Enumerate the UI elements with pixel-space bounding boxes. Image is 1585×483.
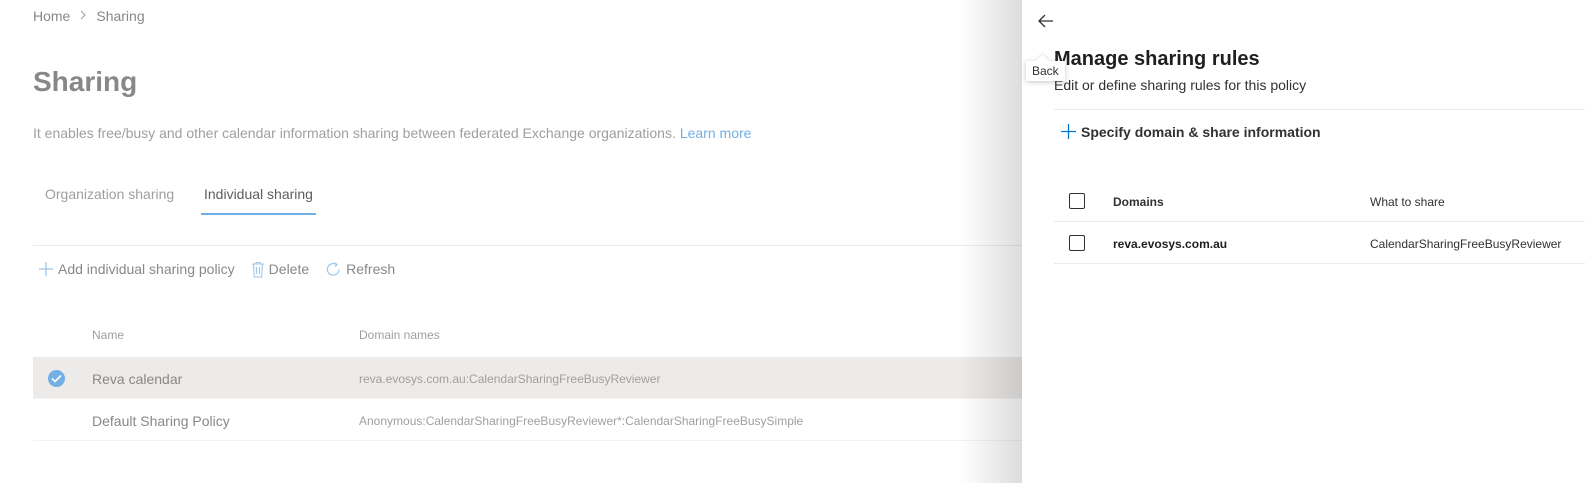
panel-title: Manage sharing rules [1054, 48, 1260, 70]
column-domains[interactable]: Domains [1113, 195, 1164, 209]
add-policy-button[interactable]: Add individual sharing policy [38, 261, 235, 277]
refresh-button[interactable]: Refresh [325, 261, 395, 278]
policy-domains: reva.evosys.com.au:CalendarSharingFreeBu… [359, 372, 661, 386]
delete-label: Delete [268, 261, 310, 277]
selected-check-icon[interactable] [48, 370, 65, 387]
back-button[interactable] [1034, 9, 1058, 33]
refresh-icon [327, 261, 340, 276]
specify-domain-label: Specify domain & share information [1081, 123, 1321, 140]
trash-icon [251, 261, 264, 278]
column-domain-names[interactable]: Domain names [359, 328, 440, 342]
breadcrumb-current: Sharing [96, 8, 145, 24]
learn-more-link[interactable]: Learn more [680, 125, 752, 141]
plus-icon [39, 262, 53, 276]
delete-button[interactable]: Delete [251, 261, 309, 278]
back-tooltip: Back [1026, 61, 1065, 81]
divider [1054, 109, 1585, 110]
panel-shadow [960, 0, 1024, 483]
policy-name: Reva calendar [92, 371, 183, 387]
plus-icon [1061, 124, 1076, 139]
table-row[interactable]: Reva calendar reva.evosys.com.au:Calenda… [33, 357, 1023, 399]
policy-list-header: Name Domain names [33, 328, 1023, 348]
policy-name: Default Sharing Policy [92, 413, 230, 429]
table-row[interactable]: reva.evosys.com.au CalendarSharingFreeBu… [1054, 222, 1585, 264]
arrow-left-icon [1038, 14, 1053, 28]
column-what-to-share[interactable]: What to share [1370, 195, 1445, 209]
description-text: It enables free/busy and other calendar … [33, 125, 676, 141]
rules-table-header: Domains What to share [1054, 180, 1585, 222]
chevron-right-icon [79, 9, 87, 23]
panel-subtitle: Edit or define sharing rules for this po… [1054, 77, 1307, 93]
page-title: Sharing [33, 66, 138, 97]
tab-bar: Organization sharing Individual sharing [33, 178, 1023, 246]
add-policy-label: Add individual sharing policy [58, 261, 235, 277]
page-description: It enables free/busy and other calendar … [33, 125, 751, 141]
breadcrumb: Home Sharing [33, 8, 145, 24]
tab-individual-sharing[interactable]: Individual sharing [201, 186, 316, 216]
policy-domains: Anonymous:CalendarSharingFreeBusyReviewe… [359, 414, 804, 428]
rule-domain: reva.evosys.com.au [1113, 237, 1228, 251]
manage-sharing-rules-panel: Back Manage sharing rules Edit or define… [1022, 0, 1585, 483]
table-row[interactable]: Default Sharing Policy Anonymous:Calenda… [33, 399, 1023, 441]
specify-domain-button[interactable]: Specify domain & share information [1060, 123, 1321, 140]
select-all-checkbox[interactable] [1069, 193, 1085, 209]
column-name[interactable]: Name [92, 328, 124, 342]
row-checkbox[interactable] [1069, 235, 1085, 251]
tab-organization-sharing[interactable]: Organization sharing [42, 186, 177, 216]
command-bar: Add individual sharing policy Delete Ref… [38, 258, 411, 280]
breadcrumb-home[interactable]: Home [33, 8, 70, 24]
refresh-label: Refresh [346, 261, 396, 277]
rule-share: CalendarSharingFreeBusyReviewer [1370, 237, 1562, 251]
